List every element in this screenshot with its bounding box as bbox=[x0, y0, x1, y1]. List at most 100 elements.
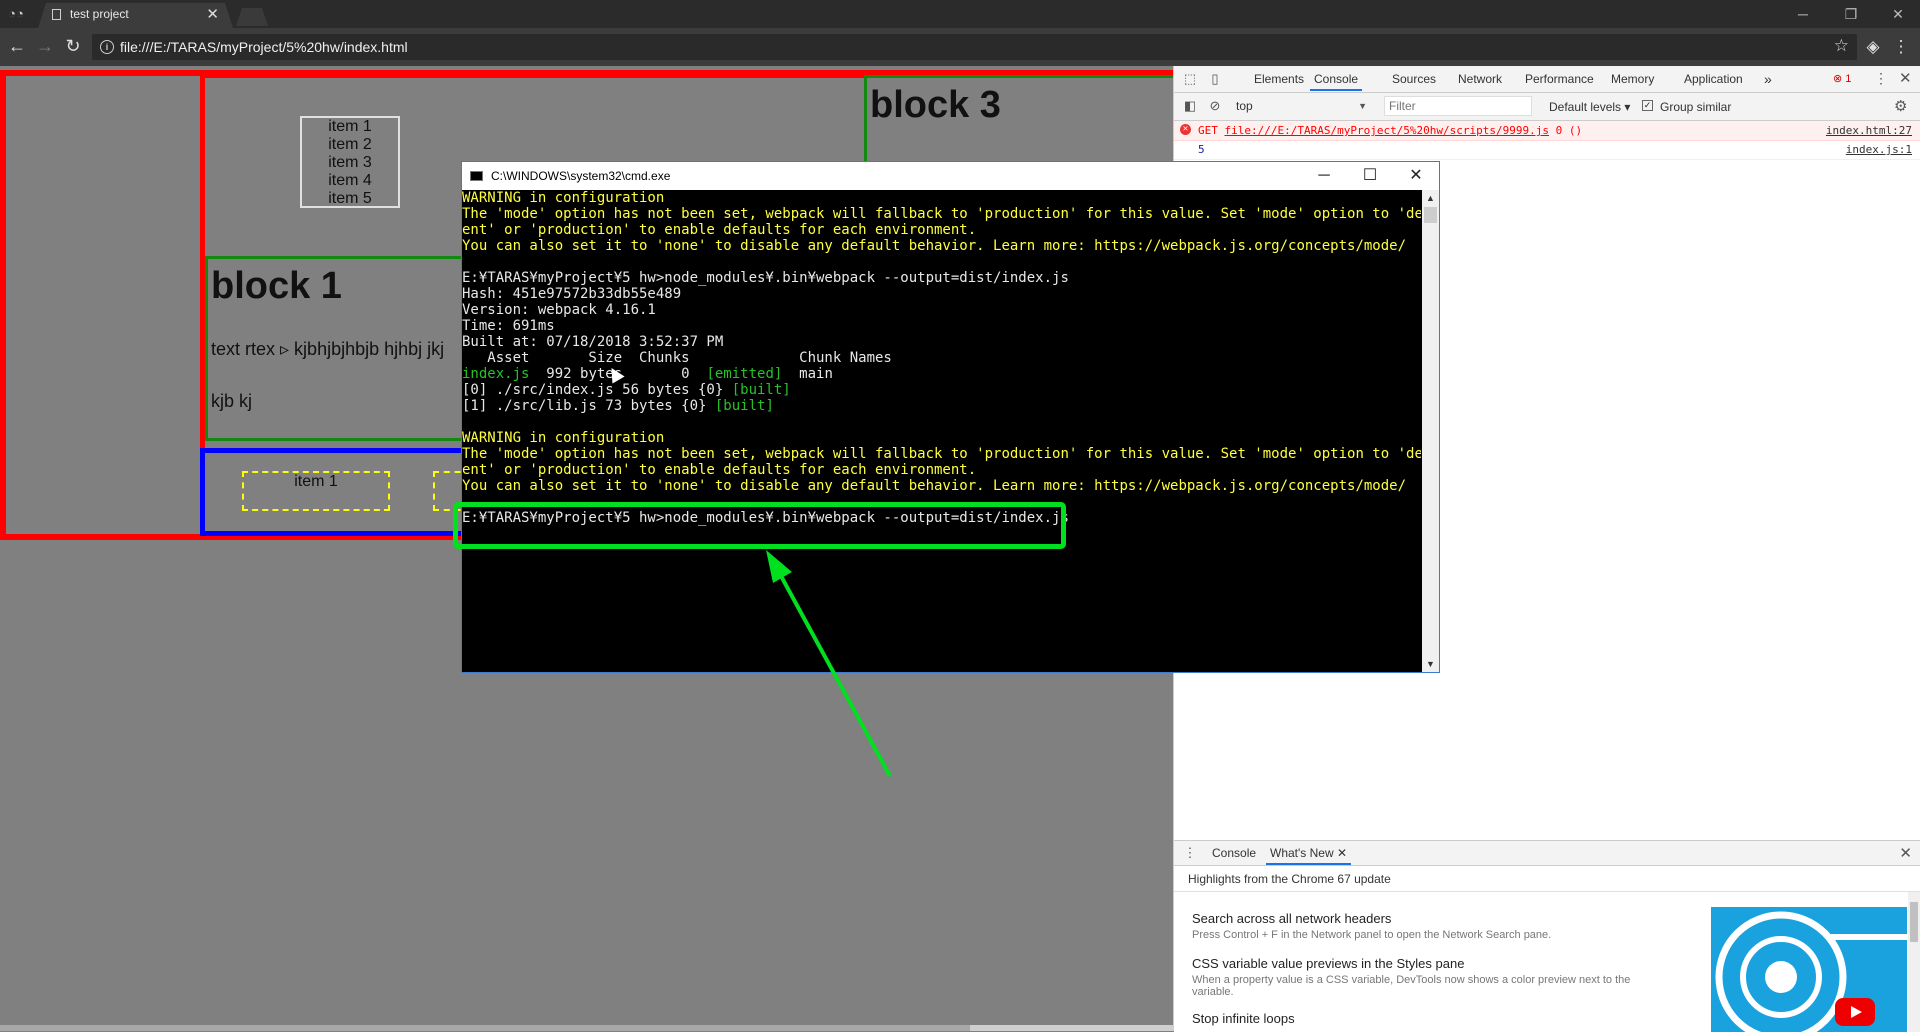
command-prompt: E:¥TARAS¥myProject¥5 hw>node_modules¥.bi… bbox=[462, 270, 1069, 286]
sidebar-toggle-icon[interactable]: ◧ bbox=[1182, 98, 1198, 114]
warning-line: The 'mode' option has not been set, webp… bbox=[462, 206, 1421, 222]
scroll-up-icon[interactable]: ▲ bbox=[1422, 190, 1439, 206]
forward-arrow-icon[interactable]: → bbox=[33, 34, 57, 58]
build-time: Time: 691ms bbox=[462, 318, 555, 334]
cmd-titlebar[interactable]: C:\WINDOWS\system32\cmd.exe ─ ☐ ✕ bbox=[462, 162, 1439, 190]
console-filter-input[interactable] bbox=[1384, 96, 1532, 116]
scrollbar-thumb[interactable] bbox=[0, 1025, 970, 1031]
play-button-icon[interactable] bbox=[1835, 998, 1875, 1026]
error-source-link[interactable]: index.html:27 bbox=[1826, 124, 1912, 137]
error-url-link[interactable]: file:///E:/TARAS/myProject/5%20hw/script… bbox=[1225, 124, 1550, 137]
built-tag: [built] bbox=[731, 382, 791, 398]
scrollbar-thumb[interactable] bbox=[1424, 207, 1437, 223]
close-icon[interactable]: ✕ bbox=[1396, 165, 1436, 187]
built-tag: [built] bbox=[714, 398, 774, 414]
warning-line: You can also set it to 'none' to disable… bbox=[462, 478, 1407, 494]
list-item: item 2 bbox=[328, 136, 372, 153]
reload-icon[interactable]: ↻ bbox=[61, 34, 85, 58]
blue-container: item 1 bbox=[200, 448, 493, 536]
tab-performance[interactable]: Performance bbox=[1525, 66, 1594, 91]
tab-elements[interactable]: Elements bbox=[1254, 66, 1304, 91]
warning-line: ent' or 'production' to enable defaults … bbox=[462, 462, 977, 478]
list-item: item 3 bbox=[328, 154, 372, 171]
dropdown-arrow-icon: ▼ bbox=[1358, 101, 1367, 111]
build-version: Version: webpack 4.16.1 bbox=[462, 302, 656, 318]
feature-title[interactable]: Search across all network headers bbox=[1192, 911, 1391, 926]
asset-name: index.js bbox=[462, 366, 530, 382]
more-tabs-button[interactable]: » bbox=[1764, 66, 1772, 91]
minimize-icon[interactable]: ─ bbox=[1304, 165, 1344, 187]
close-tab-icon[interactable]: ✕ bbox=[1337, 846, 1347, 860]
cmd-output[interactable]: WARNING in configuration The 'mode' opti… bbox=[462, 190, 1421, 672]
context-select[interactable]: top ▼ bbox=[1232, 97, 1371, 115]
tab-close-icon[interactable]: ✕ bbox=[206, 5, 219, 23]
drawer-tabbar: ⋮ Console What's New ✕ ✕ bbox=[1174, 841, 1920, 866]
list-item: item 4 bbox=[328, 172, 372, 189]
devtools-close-icon[interactable]: ✕ bbox=[1899, 69, 1912, 87]
feature-title[interactable]: CSS variable value previews in the Style… bbox=[1192, 956, 1464, 971]
info-icon[interactable]: i bbox=[100, 40, 114, 54]
tab-title: test project bbox=[70, 7, 129, 21]
devtools-menu-icon[interactable]: ⋮ bbox=[1874, 70, 1888, 87]
console-toolbar: ◧ ⊘ top ▼ Default levels ▾ ✓ Group simil… bbox=[1174, 93, 1920, 121]
promo-video-thumbnail[interactable] bbox=[1711, 907, 1907, 1032]
error-count-badge[interactable]: ⊗ 1 bbox=[1833, 72, 1851, 85]
context-value: top bbox=[1236, 99, 1253, 113]
url-text[interactable]: file:///E:/TARAS/myProject/5%20hw/index.… bbox=[120, 39, 408, 55]
asset-chunk-name: main bbox=[782, 366, 833, 382]
drawer-scrollbar[interactable] bbox=[1908, 892, 1920, 1032]
star-icon[interactable]: ☆ bbox=[1834, 36, 1849, 56]
restore-icon[interactable]: ❐ bbox=[1833, 4, 1869, 24]
inspect-element-icon[interactable]: ⬚ bbox=[1182, 71, 1198, 87]
cmd-scrollbar[interactable]: ▲ ▼ bbox=[1422, 190, 1439, 672]
scrollbar-thumb[interactable] bbox=[1910, 902, 1918, 942]
whats-new-heading: Highlights from the Chrome 67 update bbox=[1188, 872, 1391, 886]
tab-application[interactable]: Application bbox=[1684, 66, 1743, 91]
log-levels-dropdown[interactable]: Default levels ▾ bbox=[1549, 100, 1630, 114]
error-icon: ✕ bbox=[1180, 124, 1191, 135]
build-hash: Hash: 451e97572b33db55e489 bbox=[462, 286, 682, 302]
window-close-icon[interactable]: ✕ bbox=[1880, 4, 1916, 24]
drawer-tab-whats-new[interactable]: What's New ✕ bbox=[1266, 841, 1352, 865]
warning-line: You can also set it to 'none' to disable… bbox=[462, 238, 1407, 254]
extension-icon[interactable]: ◈ bbox=[1862, 36, 1884, 58]
module-info: [0] ./src/index.js 56 bytes {0} bbox=[462, 382, 732, 398]
cmd-title: C:\WINDOWS\system32\cmd.exe bbox=[491, 169, 671, 183]
tab-network[interactable]: Network bbox=[1458, 66, 1502, 91]
block-1-title: block 1 bbox=[211, 265, 342, 307]
drawer-close-icon[interactable]: ✕ bbox=[1899, 844, 1912, 862]
incognito-icon: ◔◔ bbox=[8, 6, 24, 21]
chrome-logo-graphic bbox=[1715, 911, 1907, 1032]
group-similar-label: Group similar bbox=[1660, 100, 1732, 114]
maximize-icon[interactable]: ☐ bbox=[1350, 165, 1390, 187]
drawer-tab-label: What's New bbox=[1270, 846, 1334, 860]
kebab-menu-icon[interactable]: ⋮ bbox=[1890, 36, 1912, 58]
request-method: GET bbox=[1198, 124, 1218, 137]
device-toolbar-icon[interactable]: ▯ bbox=[1207, 71, 1223, 87]
clear-console-icon[interactable]: ⊘ bbox=[1207, 98, 1223, 114]
tab-sources[interactable]: Sources bbox=[1392, 66, 1436, 91]
group-similar-checkbox[interactable]: ✓ bbox=[1642, 100, 1653, 111]
error-icon: ⊗ bbox=[1833, 73, 1843, 85]
minimize-icon[interactable]: ─ bbox=[1785, 4, 1821, 24]
drawer-menu-icon[interactable]: ⋮ bbox=[1182, 845, 1198, 861]
warning-line: ent' or 'production' to enable defaults … bbox=[462, 222, 977, 238]
browser-tab[interactable]: test project ✕ bbox=[38, 3, 233, 28]
emitted-tag: [emitted] bbox=[706, 366, 783, 382]
scroll-down-icon[interactable]: ▼ bbox=[1422, 656, 1439, 672]
feature-title[interactable]: Stop infinite loops bbox=[1192, 1011, 1295, 1026]
console-settings-icon[interactable]: ⚙ bbox=[1894, 97, 1907, 115]
tab-memory[interactable]: Memory bbox=[1611, 66, 1654, 91]
address-bar[interactable]: i file:///E:/TARAS/myProject/5%20hw/inde… bbox=[92, 34, 1857, 60]
back-arrow-icon[interactable]: ← bbox=[5, 34, 29, 58]
feature-desc: When a property value is a CSS variable,… bbox=[1192, 974, 1631, 998]
cmd-app-icon bbox=[470, 171, 483, 181]
asset-table-header: Asset Size Chunks Chunk Names bbox=[462, 350, 892, 366]
new-tab-button[interactable] bbox=[236, 8, 268, 26]
page-horizontal-scrollbar[interactable] bbox=[0, 1025, 1173, 1031]
module-row: [1] ./src/lib.js 73 bytes {0} [built] bbox=[462, 398, 774, 414]
log-source-link[interactable]: index.js:1 bbox=[1846, 143, 1912, 156]
drawer-tab-console[interactable]: Console bbox=[1212, 841, 1256, 865]
tab-console[interactable]: Console bbox=[1310, 66, 1363, 91]
browser-titlebar: ◔◔ test project ✕ ─ ❐ ✕ bbox=[0, 0, 1920, 28]
